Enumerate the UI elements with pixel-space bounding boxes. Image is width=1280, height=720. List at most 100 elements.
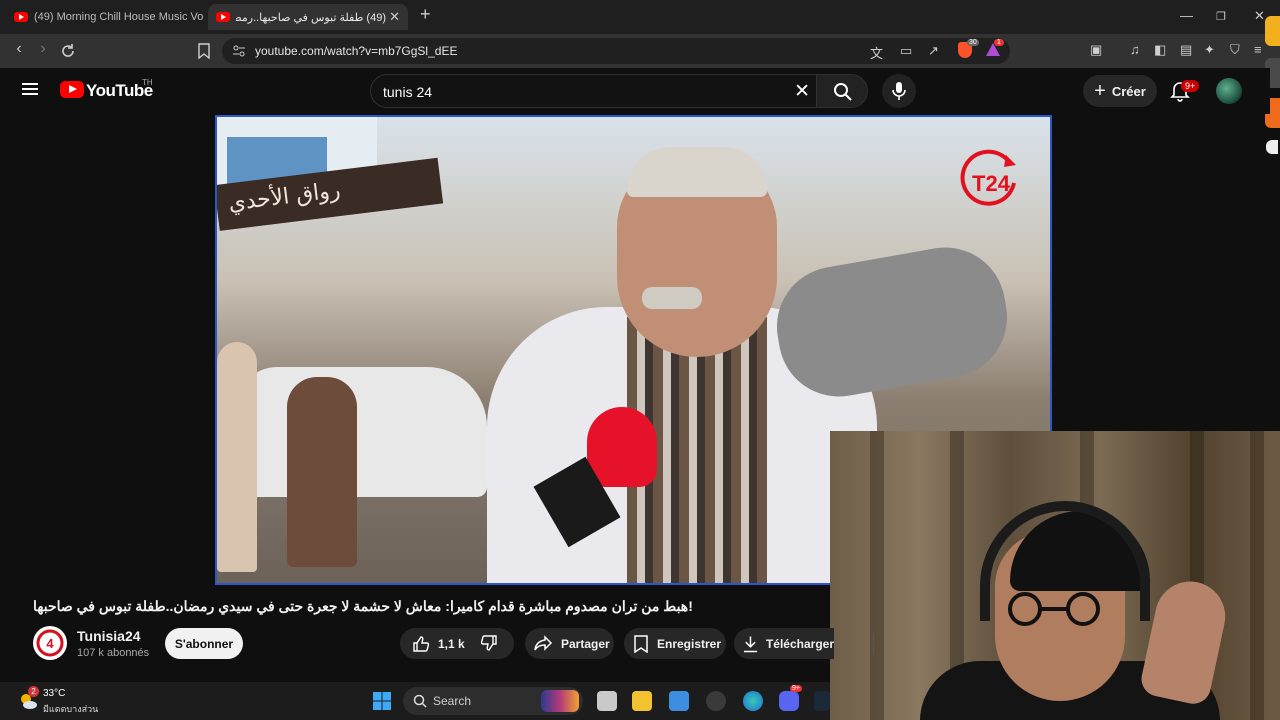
- file-explorer-icon[interactable]: [632, 691, 652, 711]
- main-menu-icon[interactable]: ≡: [1254, 42, 1262, 57]
- reload-icon[interactable]: [60, 43, 76, 59]
- tab-title: (49) Morning Chill House Music Vol.3: [34, 11, 204, 23]
- download-label: Télécharger: [765, 636, 834, 651]
- weather-description[interactable]: มีแดดบางส่วน: [43, 702, 98, 716]
- url-text: youtube.com/watch?v=mb7GgSl_dEE: [255, 44, 458, 58]
- screenshot-icon[interactable]: ▣: [1090, 42, 1102, 58]
- clear-search-icon[interactable]: ✕: [794, 80, 810, 103]
- search-icon: [413, 694, 427, 708]
- like-divider: [873, 634, 874, 654]
- subscribe-button[interactable]: S'abonner: [165, 628, 243, 659]
- rewards-badge: 1: [994, 39, 1004, 46]
- search-button[interactable]: [816, 74, 868, 108]
- t24-logo-text: T24: [972, 171, 1011, 196]
- download-button[interactable]: Télécharger: [734, 628, 834, 659]
- tab-inactive[interactable]: (49) Morning Chill House Music Vol.3: [6, 4, 204, 30]
- store-sign-text: رواق الأحدي: [227, 177, 342, 217]
- channel-avatar[interactable]: 4: [33, 626, 67, 660]
- site-settings-icon[interactable]: [232, 44, 246, 58]
- microsoft-store-icon[interactable]: [669, 691, 689, 711]
- channel-name[interactable]: Tunisia24: [77, 628, 141, 644]
- svg-text:4: 4: [46, 636, 54, 651]
- man-moustache: [642, 287, 702, 309]
- search-highlight-image: [541, 690, 579, 712]
- tab-close-icon[interactable]: ✕: [389, 9, 400, 25]
- glasses-icon: [1008, 592, 1100, 626]
- microphone-icon: [892, 82, 906, 100]
- tab-title: (49) طفلة تبوس في صاحبها..رمضان: [236, 11, 386, 24]
- youtube-favicon-icon: [216, 12, 230, 22]
- save-button[interactable]: Enregistrer: [624, 628, 726, 659]
- windows-taskbar: 2 33°C มีแดดบางส่วน Search 9+: [0, 682, 830, 720]
- search-query: tunis 24: [383, 84, 433, 100]
- dislike-button[interactable]: [480, 634, 506, 655]
- weather-temperature[interactable]: 33°C: [43, 688, 65, 699]
- share-label: Partager: [561, 636, 610, 651]
- account-avatar[interactable]: [1216, 78, 1242, 104]
- sidebar-icon[interactable]: ◧: [1154, 42, 1166, 58]
- webcam-overlay: [830, 431, 1280, 720]
- curtain-fold: [870, 431, 884, 720]
- share-button[interactable]: Partager: [525, 628, 614, 659]
- channel-subscribers: 107 k abonnés: [77, 647, 150, 659]
- steam-icon[interactable]: [814, 691, 830, 711]
- create-button[interactable]: + Créer: [1083, 75, 1157, 107]
- taskbar-search-label: Search: [433, 694, 472, 708]
- search-icon: [834, 83, 852, 101]
- curtain-fold: [1250, 431, 1264, 720]
- streamer-hand: [1138, 575, 1232, 707]
- video-title: !هبط من تران مصدوم مباشرة قدام كاميرا: م…: [33, 598, 693, 614]
- shields-count-badge: 30: [967, 39, 979, 46]
- youtube-header: YouTube TH tunis 24 ✕ + Créer: [0, 68, 1270, 114]
- youtube-logo-icon[interactable]: [60, 81, 84, 98]
- pedestrian: [217, 342, 257, 572]
- restore-button[interactable]: ❐: [1216, 10, 1226, 23]
- windows-start-icon[interactable]: [372, 691, 392, 711]
- white-car: [237, 367, 487, 497]
- leo-ai-icon[interactable]: ✦: [1204, 42, 1215, 58]
- man-hair: [627, 147, 767, 197]
- taskbar-search-box[interactable]: Search: [403, 687, 583, 715]
- microphone: [587, 407, 657, 487]
- like-dislike-group: 1,1 k: [400, 628, 874, 659]
- weather-badge: 2: [28, 686, 39, 697]
- forward-button[interactable]: ›: [32, 40, 54, 58]
- voice-search-button[interactable]: [882, 74, 916, 108]
- task-view-icon[interactable]: [597, 691, 617, 711]
- discord-badge: 9+: [790, 685, 802, 692]
- media-icon[interactable]: ♫: [1130, 42, 1140, 57]
- search-input[interactable]: tunis 24 ✕: [370, 74, 816, 108]
- new-tab-button[interactable]: +: [420, 4, 431, 25]
- create-label: Créer: [1111, 83, 1146, 99]
- share-icon: [534, 634, 553, 651]
- hamburger-menu-icon[interactable]: [22, 83, 38, 95]
- like-count: 1,1 k: [438, 636, 465, 651]
- save-bookmark-icon: [634, 634, 648, 653]
- download-icon: [743, 636, 758, 652]
- address-bar[interactable]: youtube.com/watch?v=mb7GgSl_dEE 文 ▭ ↗ 30…: [222, 38, 1010, 64]
- plus-icon: +: [1094, 79, 1106, 102]
- wallet-icon[interactable]: ▤: [1180, 42, 1192, 58]
- minimize-button[interactable]: —: [1180, 8, 1193, 23]
- discord-icon[interactable]: [779, 691, 799, 711]
- notifications-badge: 9+: [1181, 80, 1200, 92]
- country-code: TH: [142, 78, 153, 87]
- extension-icon[interactable]: [1265, 16, 1280, 46]
- bookmark-icon[interactable]: [198, 43, 210, 59]
- cast-icon[interactable]: ▭: [900, 43, 912, 59]
- tunisia24-logo-icon: 4: [36, 629, 64, 657]
- t24-channel-logo-icon: T24: [960, 149, 1016, 206]
- extension-icon[interactable]: [1266, 140, 1278, 154]
- translate-icon[interactable]: 文: [870, 43, 883, 62]
- like-button[interactable]: 1,1 k: [400, 628, 473, 659]
- pedestrian: [287, 377, 357, 567]
- thumbs-down-icon: [480, 635, 497, 651]
- edge-browser-icon[interactable]: [743, 691, 763, 711]
- back-button[interactable]: ‹: [8, 40, 30, 58]
- youtube-favicon-icon: [14, 12, 28, 22]
- app-icon[interactable]: [706, 691, 726, 711]
- tab-active[interactable]: (49) طفلة تبوس في صاحبها..رمضان ✕: [208, 4, 408, 30]
- vpn-icon[interactable]: ⛉: [1230, 42, 1240, 58]
- share-page-icon[interactable]: ↗: [928, 43, 939, 59]
- thumbs-up-icon: [413, 635, 430, 652]
